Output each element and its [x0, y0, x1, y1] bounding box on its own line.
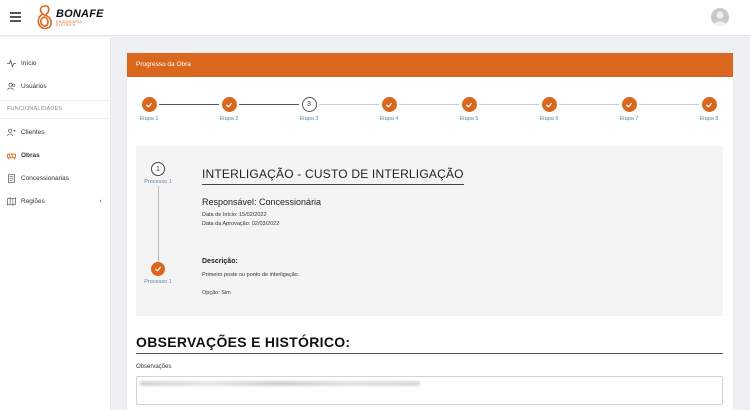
- redacted-text: [140, 381, 420, 386]
- check-icon: [151, 262, 165, 276]
- process-step-2[interactable]: Processo 1: [136, 262, 180, 285]
- construction-icon: [7, 153, 16, 160]
- divider: [0, 100, 111, 101]
- step-label: Etapa 8: [699, 116, 719, 122]
- stage-step-7[interactable]: Etapa 7: [609, 97, 649, 122]
- user-avatar[interactable]: [711, 8, 729, 26]
- user-silhouette-icon: [713, 11, 727, 26]
- check-icon: [461, 97, 477, 112]
- section-label: FUNCIONALIDADES: [7, 106, 63, 112]
- check-icon: [221, 97, 237, 112]
- stage-step-2[interactable]: Etapa 2: [209, 97, 249, 122]
- sidebar-item-obras[interactable]: Obras: [0, 144, 111, 166]
- logo-mark-icon: [37, 5, 52, 30]
- timeline-connector: [158, 186, 159, 266]
- stage-step-3[interactable]: 3 Etapa 3: [289, 97, 329, 122]
- brand-name: BONAFE: [56, 7, 104, 20]
- data-inicio: Data de Início: 15/02/2022: [202, 212, 267, 218]
- process-step-1[interactable]: 1 Processo 1: [136, 162, 180, 185]
- stage-step-1[interactable]: Etapa 1: [129, 97, 169, 122]
- brand-logo[interactable]: BONAFE ENGENHARIA ELÉTRICA: [36, 4, 104, 32]
- step-label: Etapa 6: [539, 116, 559, 122]
- menu-icon[interactable]: [10, 12, 21, 22]
- sidebar-item-usuarios[interactable]: Usuários: [0, 75, 111, 97]
- descricao-text: Primeiro poste ou ponto de interligação.: [202, 272, 300, 278]
- sidebar-item-regioes[interactable]: Regiões ‹: [0, 190, 111, 212]
- card-header: Progresso da Obra: [127, 53, 733, 77]
- step-label: Etapa 3: [299, 116, 319, 122]
- sidebar-item-label: Início: [21, 59, 37, 67]
- observacoes-heading: OBSERVAÇÕES E HISTÓRICO:: [136, 334, 723, 354]
- process-panel: 1 Processo 1 Processo 1 INTERLIGAÇÃO - C…: [136, 146, 723, 316]
- stage-step-5[interactable]: Etapa 5: [449, 97, 489, 122]
- observacoes-field[interactable]: [136, 376, 723, 405]
- sidebar: Início Usuários FUNCIONALIDADES Clientes…: [0, 37, 111, 410]
- responsavel: Responsável: Concessionária: [202, 197, 322, 207]
- chevron-left-icon: ‹: [99, 197, 102, 205]
- sidebar-item-label: Obras: [21, 151, 40, 159]
- descricao-heading: Descrição:: [202, 258, 238, 265]
- sidebar-item-concessionarias[interactable]: Concessionarias: [0, 167, 111, 189]
- divider: [0, 118, 111, 119]
- activity-icon: [7, 58, 16, 68]
- step-label: Etapa 5: [459, 116, 479, 122]
- opcao-text: Opção: Sim: [202, 290, 231, 296]
- process-step-number: 1: [151, 162, 165, 176]
- stage-step-8[interactable]: Etapa 8: [689, 97, 729, 122]
- stage-step-4[interactable]: Etapa 4: [369, 97, 409, 122]
- sidebar-item-label: Regiões: [21, 197, 45, 205]
- sidebar-item-label: Usuários: [21, 82, 47, 90]
- sidebar-item-inicio[interactable]: Início: [0, 52, 111, 74]
- process-timeline: 1 Processo 1 Processo 1: [136, 146, 180, 316]
- data-aprovacao: Data da Aprovação: 02/03/2022: [202, 221, 280, 227]
- sidebar-item-label: Concessionarias: [21, 174, 70, 182]
- check-icon: [621, 97, 637, 112]
- users-icon: [7, 82, 16, 90]
- map-icon: [7, 196, 16, 206]
- step-label: Etapa 4: [379, 116, 399, 122]
- stage-step-6[interactable]: Etapa 6: [529, 97, 569, 122]
- observacoes-label: Observações: [136, 364, 172, 370]
- check-icon: [141, 97, 157, 112]
- brand-tagline-2: ELÉTRICA: [56, 23, 76, 27]
- document-icon: [7, 173, 16, 183]
- check-icon: [701, 97, 717, 112]
- process-step-label: Processo 1: [144, 279, 172, 285]
- sidebar-item-clientes[interactable]: Clientes: [0, 121, 111, 143]
- step-label: Etapa 7: [619, 116, 639, 122]
- step-label: Etapa 2: [219, 116, 239, 122]
- stage-stepper: Etapa 1 Etapa 2 3 Etapa 3 Etapa 4 Etapa 5 Etap…: [127, 97, 733, 127]
- step-label: Etapa 1: [139, 116, 159, 122]
- step-number: 3: [301, 97, 317, 112]
- sidebar-item-label: Clientes: [21, 128, 45, 136]
- clients-icon: [7, 128, 16, 136]
- progress-card: Progresso da Obra Etapa 1 Etapa 2 3 Etapa 3…: [127, 53, 733, 410]
- check-icon: [541, 97, 557, 112]
- top-bar: BONAFE ENGENHARIA ELÉTRICA: [0, 0, 750, 36]
- process-title: INTERLIGAÇÃO - CUSTO DE INTERLIGAÇÃO: [202, 167, 464, 185]
- process-step-label: Processo 1: [144, 179, 172, 185]
- check-icon: [381, 97, 397, 112]
